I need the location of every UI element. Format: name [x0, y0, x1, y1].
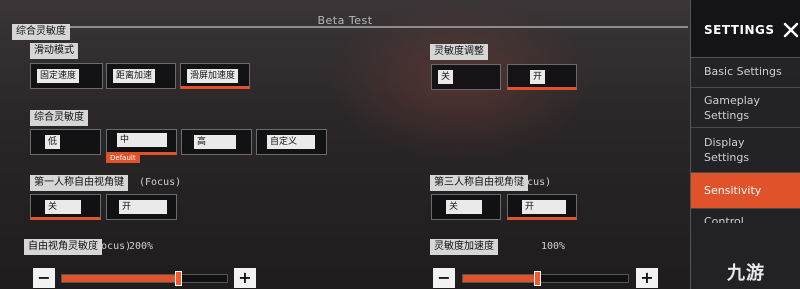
button-label: 自定义 — [267, 135, 315, 149]
button-label: 中 — [117, 133, 167, 147]
tp-freelook-on-button[interactable]: 开 — [507, 194, 577, 220]
sensitivity-accel-slider[interactable] — [462, 271, 629, 286]
button-label: 开 — [119, 200, 167, 214]
sensitivity-adjust-off-button[interactable]: 关 — [431, 64, 501, 90]
slider-fill — [463, 275, 538, 282]
sensitivity-accel-value: 100% — [541, 241, 566, 252]
freelook-sensitivity-slider[interactable] — [61, 271, 228, 286]
nav-item-label: Control — [704, 215, 744, 223]
button-label: 距离加速 — [113, 69, 156, 83]
button-label: 关 — [446, 200, 482, 214]
slider-knob[interactable] — [534, 271, 542, 286]
tp-freelook-suffix: (Focus) — [509, 177, 552, 188]
button-label: 开 — [530, 70, 546, 84]
nav-item-basic-settings[interactable]: Basic Settings — [691, 58, 800, 88]
scroll-mode-accel-button[interactable]: 滑屏加速度 — [180, 63, 250, 89]
settings-title: SETTINGS — [704, 23, 775, 37]
overall-sensitivity-label: 综合灵敏度 — [30, 110, 88, 126]
nav-item-control[interactable]: Control — [691, 209, 800, 223]
default-badge: Default — [106, 153, 140, 163]
button-label: 滑屏加速度 — [187, 69, 239, 83]
scroll-mode-label: 滑动模式 — [30, 43, 78, 59]
tp-freelook-off-button[interactable]: 关 — [431, 194, 501, 220]
freelook-sensitivity-suffix: (Focus) — [89, 241, 132, 252]
button-label: 关 — [438, 70, 454, 84]
button-label: 低 — [45, 135, 61, 149]
nav-item-label: Sensitivity — [704, 184, 762, 197]
nav-item-label: Settings — [704, 151, 750, 164]
fp-freelook-on-button[interactable]: 开 — [106, 194, 177, 220]
freelook-plus-button[interactable]: + — [234, 268, 256, 288]
nav-item-label: Display — [704, 136, 745, 149]
accel-plus-button[interactable]: + — [636, 268, 658, 288]
nav-item-display-settings[interactable]: Display Settings — [691, 128, 800, 173]
button-label: 关 — [45, 200, 81, 214]
nav-item-gameplay-settings[interactable]: Gameplay Settings — [691, 88, 800, 128]
freelook-minus-button[interactable]: − — [33, 268, 55, 288]
nav-item-label: Basic Settings — [704, 65, 782, 78]
watermark-logo: 九游 — [727, 263, 765, 284]
slider-knob[interactable] — [174, 271, 182, 286]
button-label: 固定速度 — [37, 69, 80, 83]
nav-item-label: Settings — [704, 109, 750, 122]
sensitivity-high-button[interactable]: 高 — [181, 129, 252, 155]
slider-fill — [62, 275, 178, 282]
nav-item-label: Gameplay — [704, 94, 761, 107]
nav-item-sensitivity[interactable]: Sensitivity — [691, 173, 800, 209]
sensitivity-medium-button[interactable]: 中 — [106, 129, 177, 155]
fp-freelook-off-button[interactable]: 关 — [30, 194, 101, 220]
close-icon[interactable] — [783, 22, 799, 38]
sensitivity-custom-button[interactable]: 自定义 — [256, 129, 327, 155]
scroll-mode-distance-button[interactable]: 距离加速 — [106, 63, 176, 89]
settings-header: SETTINGS — [691, 0, 800, 58]
button-label: 高 — [194, 135, 236, 149]
top-divider — [12, 26, 688, 28]
button-label: 开 — [522, 200, 566, 214]
accel-minus-button[interactable]: − — [433, 268, 455, 288]
scroll-mode-fixed-button[interactable]: 固定速度 — [30, 63, 103, 89]
sensitivity-adjust-label: 灵敏度调整 — [430, 44, 488, 60]
freelook-sensitivity-value: 200% — [129, 241, 154, 252]
settings-panel: SETTINGS Basic Settings Gameplay Setting… — [690, 0, 800, 289]
sensitivity-low-button[interactable]: 低 — [30, 129, 101, 155]
section-title: 综合灵敏度 — [12, 24, 70, 40]
sensitivity-accel-label: 灵敏度加速度 — [430, 239, 498, 255]
fp-freelook-suffix: (Focus) — [139, 177, 182, 188]
fp-freelook-label: 第一人称自由视角键 — [30, 175, 128, 191]
sensitivity-adjust-on-button[interactable]: 开 — [507, 64, 577, 90]
